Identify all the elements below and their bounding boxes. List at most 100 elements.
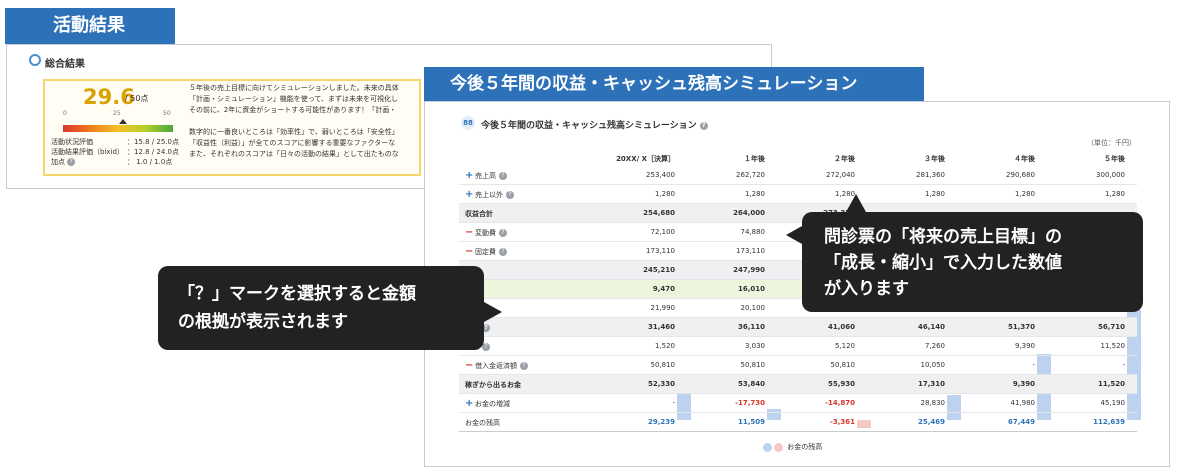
eval-value: ：15.8 / 25.0点 (127, 138, 179, 146)
table-cell: 173,110 (736, 247, 765, 255)
eval-row-activity: 活動状況評価 ：15.8 / 25.0点 (51, 137, 179, 147)
row-label-text: 稼ぎから出るお金 (465, 381, 521, 389)
table-cell: 264,000 (733, 209, 765, 217)
minus-icon[interactable]: − (465, 228, 475, 238)
table-cell: - (1032, 361, 1035, 369)
row-label-text: 変動費 (475, 229, 496, 237)
table-cell: 52,330 (647, 380, 675, 388)
column-header: １年後 (744, 155, 765, 163)
table-cell: 3,030 (744, 342, 765, 350)
table-cell: 245,210 (643, 266, 675, 274)
table-row: 支払?1,5203,0305,1207,2609,39011,520 (459, 337, 1137, 356)
table-cell: - (1122, 361, 1125, 369)
comment-line: 数字的に一番良いところは「効率性」で、弱いところは「安全性」 (189, 128, 399, 136)
table-cell: 9,470 (652, 285, 675, 293)
table-row: + お金の増減 - -17,730 -14,870 28,830 41,980 45,190 (459, 394, 1137, 413)
table-cell: 300,000 (1096, 171, 1125, 179)
legend-dot-negative (774, 442, 783, 452)
table-row: + 売上以外? 1,280 1,280 1,280 1,280 1,280 1,280 (459, 185, 1137, 204)
plus-icon[interactable]: + (465, 190, 475, 200)
comment-line: ５年後の売上目標に向けてシミュレーションしました。未来の具体 (189, 84, 399, 92)
table-cell: 9,390 (1014, 342, 1035, 350)
help-icon[interactable]: ? (499, 248, 507, 256)
table-cell: 112,639 (1093, 418, 1125, 426)
column-header: ３年後 (924, 155, 945, 163)
help-icon[interactable]: ? (499, 229, 507, 237)
table-row: − 借入金返済額? 50,810 50,810 50,810 10,050 - - (459, 356, 1137, 375)
help-icon[interactable]: ? (499, 172, 507, 180)
row-label: + 売上以外? (465, 190, 514, 200)
row-label: お金の残高 (465, 418, 500, 428)
minus-icon[interactable]: − (465, 361, 475, 371)
row-label: − 借入金返済額? (465, 361, 528, 371)
gauge-pointer-icon (119, 119, 127, 124)
column-header: ５年後 (1104, 155, 1125, 163)
table-cell: 21,990 (650, 304, 676, 312)
table-cell: 29,239 (647, 418, 675, 426)
table-cell: -14,870 (825, 399, 855, 407)
callout-line: 「？」マークを選択すると金額 (178, 284, 416, 304)
comment-line: 「計画・シミュレーション」機能を使って、まずは未来を可視化し (189, 95, 399, 103)
table-cell: 11,509 (737, 418, 765, 426)
minus-icon[interactable]: − (465, 247, 475, 257)
callout-line: 「成長・縮小」で入力した数値 (824, 253, 1062, 273)
table-cell: 53,840 (737, 380, 765, 388)
gauge-tick-min: 0 (63, 110, 67, 117)
column-header: ４年後 (1014, 155, 1035, 163)
table-cell: 56,710 (1097, 323, 1125, 331)
table-cell: 50,810 (650, 361, 676, 369)
table-cell: 173,110 (646, 247, 675, 255)
table-cell: 55,930 (827, 380, 855, 388)
table-cell: 7,260 (924, 342, 945, 350)
table-row: お金の残高 29,239 11,509 -3,361 25,469 67,449 112,6… (459, 413, 1137, 432)
table-cell: 51,370 (1007, 323, 1035, 331)
eval-row-bonus: 加点 ? ： 1.0 / 1.0点 (51, 157, 172, 167)
column-header: ２年後 (834, 155, 855, 163)
table-row: 稼ぎから出るお金 52,330 53,840 55,930 17,310 9,390 11,… (459, 375, 1137, 394)
row-label-text: 売上高 (475, 172, 496, 180)
table-cell: 281,360 (916, 171, 945, 179)
table-cell: 50,810 (830, 361, 856, 369)
simulation-icon: 88 (461, 116, 475, 130)
table-cell: 50,810 (740, 361, 766, 369)
row-label: − 変動費? (465, 228, 507, 238)
table-cell: 10,050 (920, 361, 946, 369)
table-cell: 262,720 (736, 171, 765, 179)
row-label: − 固定費? (465, 247, 507, 257)
eval-label: 活動状況評価 (51, 138, 93, 146)
table-cell: -17,730 (735, 399, 765, 407)
table-cell: 67,449 (1007, 418, 1035, 426)
help-icon[interactable]: ? (482, 343, 490, 351)
row-label-text: お金の残高 (465, 419, 500, 427)
comment-line: その前に、2年に資金がショートする可能性があります！「計画・ (189, 106, 397, 114)
comment-line: 「収益性（利益）」が全てのスコアに影響する重要なファクターな (189, 139, 396, 147)
eval-row-result: 活動結果評価（bixid） ：12.8 / 24.0点 (51, 147, 179, 157)
simulation-title: 今後５年間の収益・キャッシュ残高シミュレーション ? (481, 118, 708, 131)
table-cell: 9,390 (1012, 380, 1035, 388)
gauge-tick-max: 50 (163, 110, 171, 117)
eval-label: 加点 (51, 158, 65, 166)
row-label-text: 収益合計 (465, 210, 493, 218)
table-cell: -3,361 (829, 418, 855, 426)
help-icon[interactable]: ? (506, 191, 514, 199)
plus-icon[interactable]: + (465, 399, 475, 409)
tooltip-help-callout: 「？」マークを選択すると金額 の根拠が表示されます (158, 266, 502, 350)
callout-line: 問診票の「将来の売上目標」の (824, 227, 1062, 247)
unit-label: （単位：千円） (1087, 139, 1136, 147)
table-cell: 1,280 (744, 190, 765, 198)
table-cell: 45,190 (1100, 399, 1126, 407)
lightbulb-icon (29, 54, 41, 66)
help-icon[interactable]: ? (67, 158, 76, 166)
help-icon[interactable]: ? (520, 362, 528, 370)
table-cell: 11,520 (1100, 342, 1126, 350)
plus-icon[interactable]: + (465, 171, 475, 181)
table-cell: 74,880 (740, 228, 766, 236)
eval-value: ： 1.0 / 1.0点 (127, 158, 173, 166)
eval-value: ：12.8 / 24.0点 (127, 148, 179, 156)
target-sales-callout: 問診票の「将来の売上目標」の 「成長・縮小」で入力した数値 が入ります (786, 194, 1143, 312)
help-icon[interactable]: ? (699, 121, 708, 130)
callout-line: の根拠が表示されます (178, 312, 348, 332)
table-cell: 72,100 (650, 228, 676, 236)
table-cell: 1,280 (654, 190, 675, 198)
total-result-title: 総合結果 (45, 59, 85, 70)
